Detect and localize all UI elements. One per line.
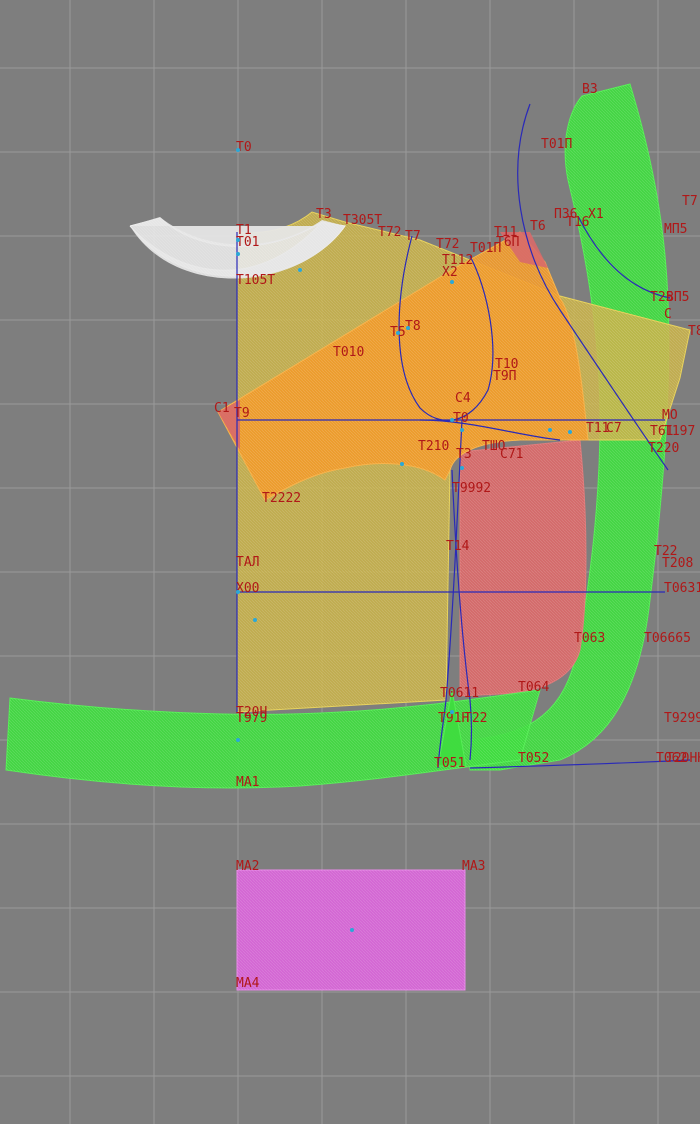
point-label: Т6П [496,235,519,250]
point-label: Т305Т [343,213,382,228]
point-label: Т9992 [452,481,491,496]
point-label: Т208 [662,556,693,571]
point-label: ВП5 [666,290,689,305]
construction-point[interactable] [236,238,240,242]
point-label: Т6 [530,219,546,234]
point-label: МП5 [664,222,687,237]
pattern-canvas[interactable]: В3 Т0 Т01П Т7 Т3 Т305Т Т1 Т01 Т105Т Т72 Т7 Т72 Т01П Т… [0,0,700,1124]
point-label: Т9 [234,406,250,421]
point-label: Т197 [664,424,695,439]
point-label: МА3 [462,859,485,874]
construction-point[interactable] [236,738,240,742]
point-label: Т105Т [236,273,275,288]
point-label: С [664,307,672,322]
construction-point[interactable] [568,430,572,434]
point-label: Т20НН [666,751,700,766]
point-label: Т0 [236,140,252,155]
pattern-drawing[interactable]: В3Т0 Т01ПТ7Т3 Т305ТТ1Т01Т105ТТ72 Т7Т72 Т01ПТ… [0,0,700,1124]
point-label: С7 [606,421,622,436]
construction-point[interactable] [450,280,454,284]
point-label: X00 [236,581,259,596]
construction-point[interactable] [253,618,257,622]
point-label: Т7 [682,194,698,209]
point-label: Т0631 [664,581,700,596]
point-label: Т2222 [262,491,301,506]
point-label: П36 [554,207,577,222]
point-label: Т3 [456,447,472,462]
point-label: Т052 [518,751,549,766]
point-label: Т220 [648,441,679,456]
point-label: ТАЛ [236,555,259,570]
point-label: X1 [588,207,604,222]
construction-point[interactable] [236,590,240,594]
point-label: МА2 [236,859,259,874]
point-label: Т72 [378,225,401,240]
point-label: X2 [442,265,458,280]
point-label: Т0611 [440,686,479,701]
construction-point[interactable] [350,928,354,932]
point-label: Т9П [493,369,516,384]
point-label: Т81 [688,324,700,339]
construction-point[interactable] [396,331,400,335]
construction-point[interactable] [450,418,454,422]
construction-point[interactable] [460,466,464,470]
point-label: Т14 [446,539,470,554]
point-label: С1 [214,401,230,416]
point-label: Т7 [405,229,421,244]
point-label: Т0 [453,411,469,426]
point-label: Т051 [434,756,465,771]
point-label: Т010 [333,345,364,360]
point-label: С71 [500,447,523,462]
point-label: Т3 [316,207,332,222]
point-label: Т063 [574,631,605,646]
construction-point[interactable] [406,326,410,330]
point-label: Т210 [418,439,449,454]
point-label: Т92991НН [664,711,700,726]
point-label: Т06665 [644,631,691,646]
point-label: С4 [455,391,471,406]
construction-point[interactable] [548,428,552,432]
construction-point[interactable] [236,252,240,256]
construction-point[interactable] [400,462,404,466]
construction-point[interactable] [450,710,454,714]
point-label: Т064 [518,680,549,695]
point-label: Т22 [464,711,487,726]
point-label: МА4 [236,976,260,991]
point-label: Т72 [436,237,459,252]
construction-point[interactable] [460,428,464,432]
point-label: МО [662,408,678,423]
point-label: МА1 [236,775,259,790]
point-label: Т01 [236,235,259,250]
construction-point[interactable] [298,268,302,272]
point-label: Т01П [541,137,572,152]
point-label: В3 [582,82,598,97]
construction-point[interactable] [236,148,240,152]
point-label: Т979 [236,711,267,726]
